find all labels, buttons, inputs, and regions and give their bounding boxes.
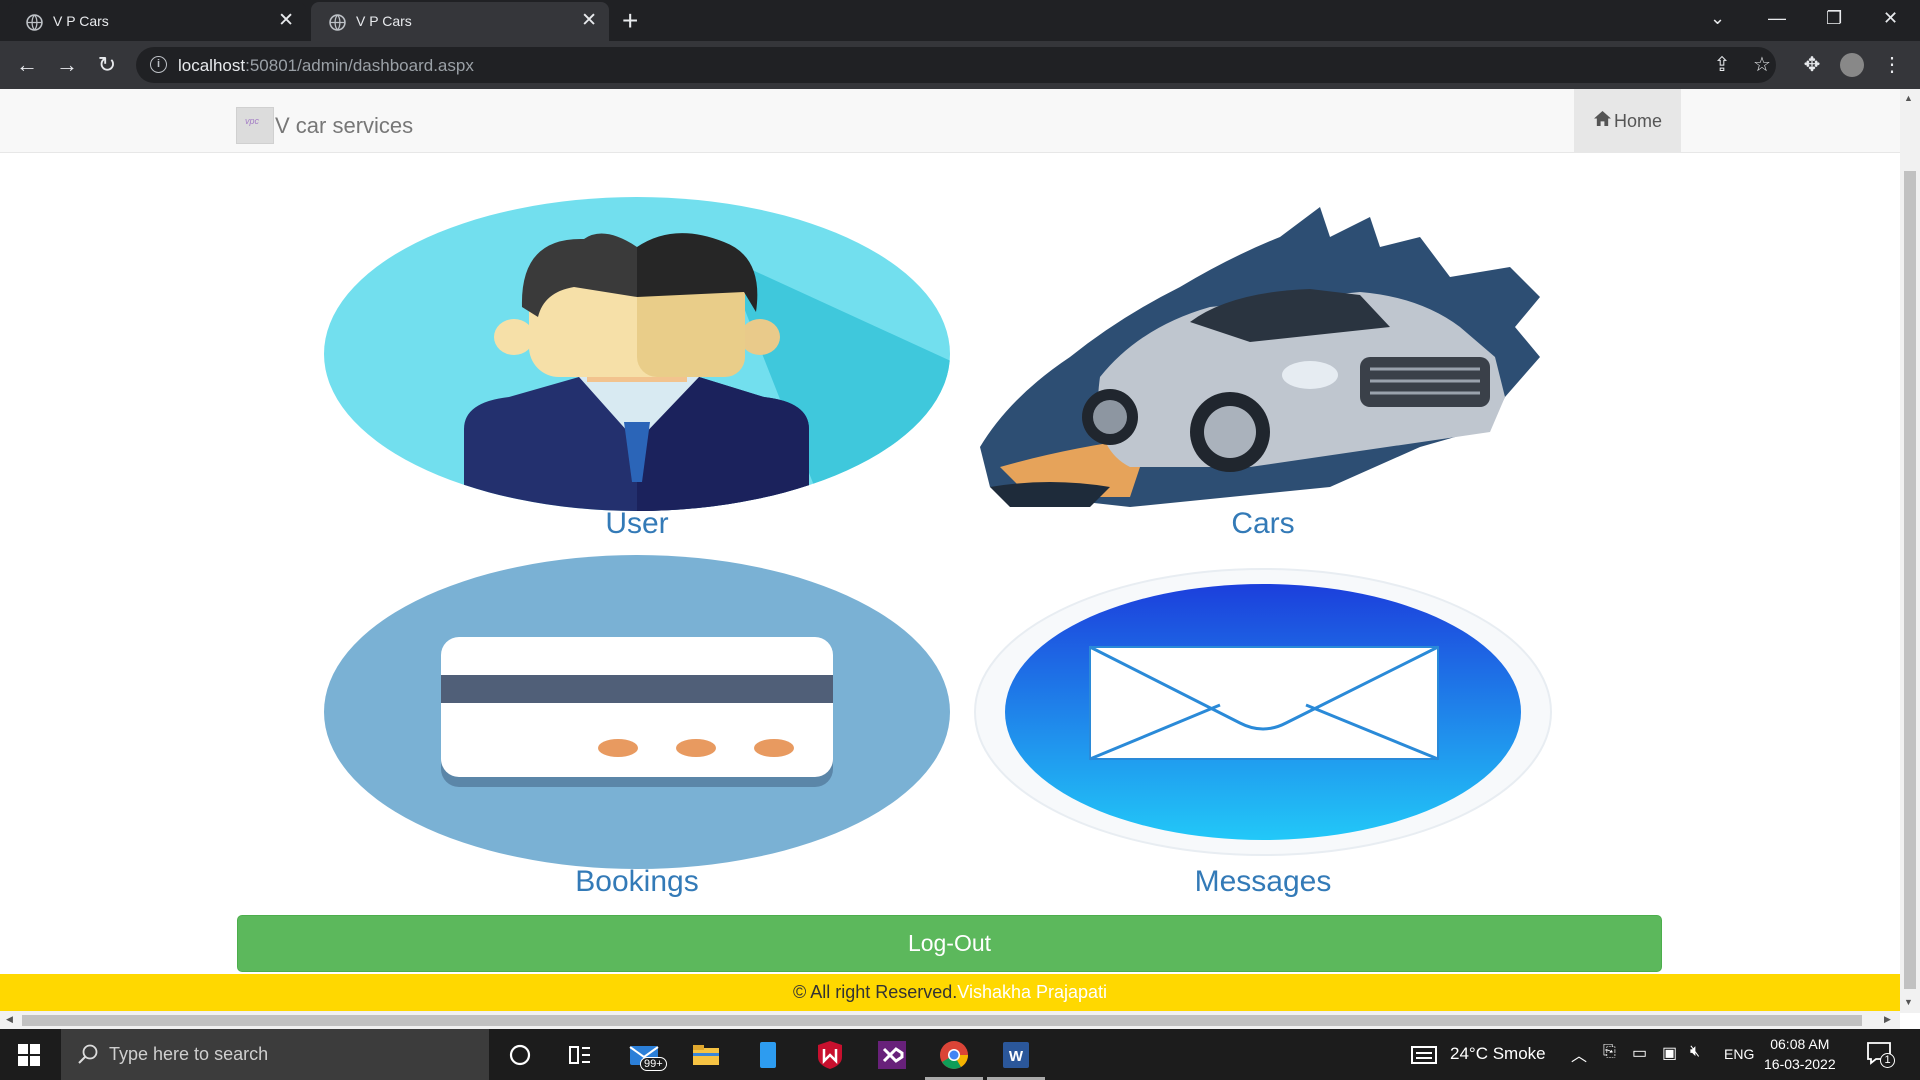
minimize-button[interactable]: — xyxy=(1768,8,1786,29)
language-indicator[interactable]: ENG xyxy=(1724,1046,1754,1062)
home-nav-button[interactable]: Home xyxy=(1574,89,1681,153)
globe-icon xyxy=(329,14,346,31)
browser-tab[interactable]: V P Cars ✕ xyxy=(8,2,306,41)
display-icon[interactable]: ▣ xyxy=(1662,1043,1677,1063)
messages-link[interactable]: Messages xyxy=(950,865,1576,899)
restore-button[interactable]: ❐ xyxy=(1826,8,1842,29)
brand-logo[interactable]: vpc xyxy=(236,107,274,144)
taskbar-search-input[interactable]: Type here to search xyxy=(61,1029,489,1080)
windows-taskbar: Type here to search 99+ W 24°C Smoke ︿ ⎘… xyxy=(0,1029,1920,1080)
svg-text:W: W xyxy=(1009,1048,1024,1065)
scroll-down-arrow-icon[interactable]: ▼ xyxy=(1904,997,1913,1007)
extensions-icon[interactable]: ✥ xyxy=(1800,53,1824,77)
cars-link[interactable]: Cars xyxy=(950,507,1576,541)
copyright-text: © All right Reserved. xyxy=(792,982,958,1002)
car-image[interactable] xyxy=(950,197,1576,511)
home-icon xyxy=(1594,110,1611,127)
bookings-tile[interactable]: Bookings xyxy=(324,555,950,907)
tab-title: V P Cars xyxy=(356,13,412,29)
weather-icon[interactable] xyxy=(1410,1043,1438,1067)
file-explorer-icon[interactable] xyxy=(690,1039,722,1071)
envelope-image[interactable] xyxy=(950,555,1576,869)
clock-date: 16-03-2022 xyxy=(1764,1056,1836,1072)
search-placeholder: Type here to search xyxy=(109,1044,269,1064)
cortana-icon[interactable] xyxy=(504,1039,536,1071)
new-tab-button[interactable]: + xyxy=(622,6,638,36)
browser-toolbar: ← → ↻ i localhost:50801/admin/dashboard.… xyxy=(0,41,1920,89)
vertical-scroll-thumb[interactable] xyxy=(1904,171,1916,989)
back-icon[interactable]: ← xyxy=(14,52,40,78)
site-navbar: vpc V car services Home xyxy=(0,89,1900,153)
task-view-icon[interactable] xyxy=(564,1039,596,1071)
bookmark-star-icon[interactable]: ☆ xyxy=(1750,53,1774,77)
tab-search-chevron-icon[interactable]: ⌄ xyxy=(1710,8,1725,29)
horizontal-scrollbar[interactable]: ◀ ▶ xyxy=(0,1011,1900,1029)
weather-text[interactable]: 24°C Smoke xyxy=(1450,1044,1546,1064)
clock-time: 06:08 AM xyxy=(1770,1036,1830,1052)
horizontal-scroll-thumb[interactable] xyxy=(22,1015,1862,1026)
scroll-right-arrow-icon[interactable]: ▶ xyxy=(1884,1014,1891,1025)
site-info-icon[interactable]: i xyxy=(150,56,167,73)
mail-badge: 99+ xyxy=(640,1057,667,1071)
browser-tab-active[interactable]: V P Cars ✕ xyxy=(311,2,609,41)
notifications-icon[interactable]: 1 xyxy=(1866,1041,1895,1069)
reload-icon[interactable]: ↻ xyxy=(94,52,120,78)
visual-studio-icon[interactable] xyxy=(876,1039,908,1071)
close-tab-icon[interactable]: ✕ xyxy=(278,10,294,32)
payment-card-image[interactable] xyxy=(324,555,950,869)
site-footer: © All right Reserved.Vishakha Prajapati xyxy=(0,974,1900,1012)
scroll-left-arrow-icon[interactable]: ◀ xyxy=(6,1014,13,1025)
author-link[interactable]: Vishakha Prajapati xyxy=(957,982,1107,1002)
profile-avatar[interactable] xyxy=(1840,53,1864,77)
globe-icon xyxy=(26,14,43,31)
notification-count: 1 xyxy=(1880,1053,1895,1068)
forward-icon[interactable]: → xyxy=(54,52,80,78)
close-tab-icon[interactable]: ✕ xyxy=(581,10,597,32)
cars-tile[interactable]: Cars xyxy=(950,197,1576,549)
word-icon[interactable]: W xyxy=(1000,1039,1032,1071)
page-viewport: vpc V car services Home User Cars Bookin… xyxy=(0,89,1900,1013)
volume-muted-icon[interactable]: 🔇︎ xyxy=(1690,1043,1700,1061)
home-label: Home xyxy=(1614,111,1663,131)
scroll-up-arrow-icon[interactable]: ▲ xyxy=(1904,93,1913,103)
search-icon xyxy=(78,1044,98,1064)
taskbar-clock[interactable]: 06:08 AM 16-03-2022 xyxy=(1764,1034,1836,1074)
bookings-link[interactable]: Bookings xyxy=(324,865,950,899)
address-bar[interactable]: i localhost:50801/admin/dashboard.aspx xyxy=(136,47,1776,83)
menu-kebab-icon[interactable]: ⋮ xyxy=(1880,53,1904,77)
app-blue-icon[interactable] xyxy=(752,1039,784,1071)
user-tile[interactable]: User xyxy=(324,197,950,549)
close-window-button[interactable]: ✕ xyxy=(1883,8,1898,29)
user-link[interactable]: User xyxy=(324,507,950,541)
share-icon[interactable]: ⇪ xyxy=(1710,53,1734,77)
logout-button[interactable]: Log-Out xyxy=(237,915,1662,972)
battery-icon[interactable]: ▭ xyxy=(1632,1043,1647,1063)
tab-title: V P Cars xyxy=(53,13,109,29)
mail-app-icon[interactable]: 99+ xyxy=(628,1039,668,1071)
browser-tabstrip: V P Cars ✕ V P Cars ✕ + ⌄ — ❐ ✕ xyxy=(0,0,1920,41)
user-avatar-image[interactable] xyxy=(324,197,950,511)
mcafee-icon[interactable] xyxy=(814,1039,846,1071)
tray-chevron-up-icon[interactable]: ︿ xyxy=(1571,1042,1587,1066)
url-text[interactable]: localhost:50801/admin/dashboard.aspx xyxy=(178,56,474,76)
network-icon[interactable]: ⎘ xyxy=(1603,1043,1616,1061)
brand-name-link[interactable]: V car services xyxy=(275,113,413,139)
messages-tile[interactable]: Messages xyxy=(950,555,1576,907)
vertical-scrollbar[interactable]: ▲ ▼ xyxy=(1900,89,1920,1013)
windows-start-icon[interactable] xyxy=(18,1044,40,1066)
chrome-icon[interactable] xyxy=(938,1039,970,1071)
